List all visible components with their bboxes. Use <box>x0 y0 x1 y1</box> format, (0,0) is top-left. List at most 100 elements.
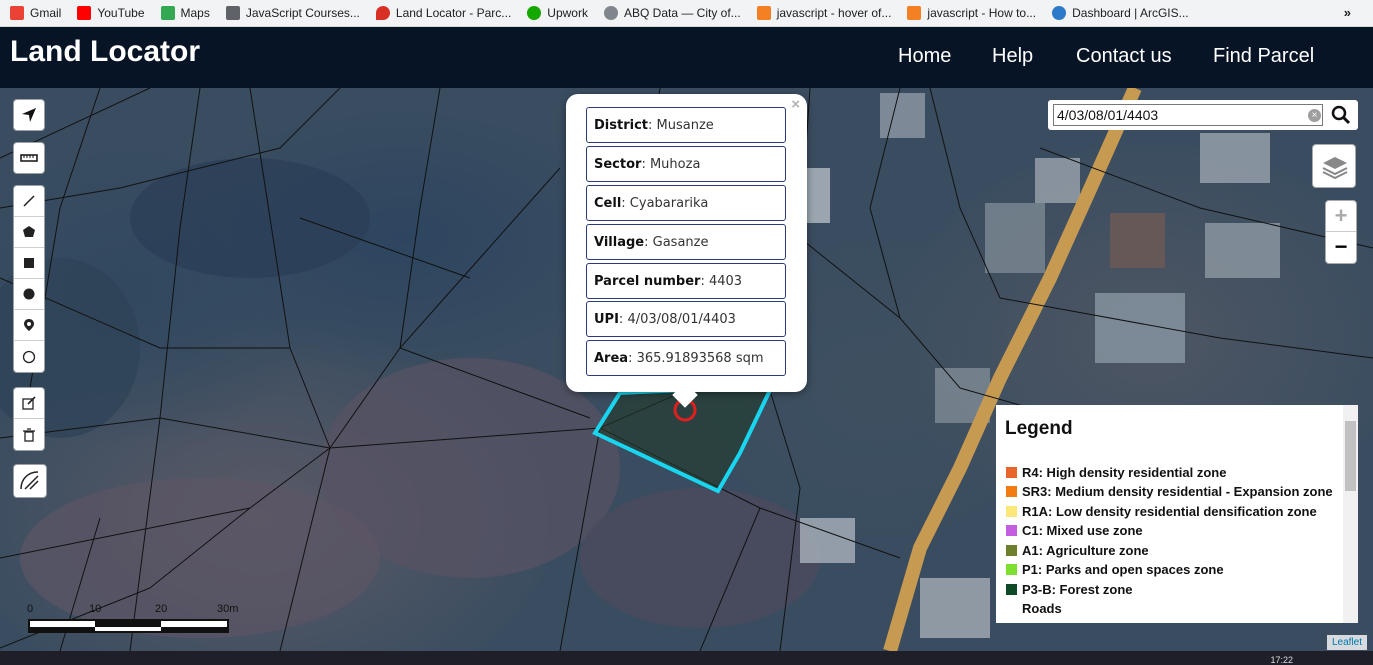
bookmark-js-courses[interactable]: JavaScript Courses... <box>225 6 360 20</box>
pin-icon <box>375 6 390 20</box>
arcgis-icon <box>1052 6 1067 20</box>
bookmark-land-locator[interactable]: Land Locator - Parc... <box>375 6 511 20</box>
popup-field-cell: Cell: Cyabararika <box>586 185 786 221</box>
legend-item: R1A: Low density residential densificati… <box>1006 504 1317 519</box>
field-value: 4/03/08/01/4403 <box>627 312 736 327</box>
trash-icon <box>23 427 35 442</box>
brand-title[interactable]: Land Locator <box>10 35 200 69</box>
nav-home[interactable]: Home <box>898 45 951 68</box>
circle-icon <box>23 288 35 300</box>
bookmark-label: Gmail <box>30 6 62 20</box>
field-value: 4403 <box>708 274 743 289</box>
field-value: Muhoza <box>649 157 701 172</box>
field-label: Parcel number <box>594 274 701 289</box>
legend-swatch <box>1006 486 1017 497</box>
draw-rectangle-button[interactable] <box>14 248 44 279</box>
bookmark-label: javascript - hover of... <box>776 6 892 20</box>
popup-field-upi: UPI: 4/03/08/01/4403 <box>586 301 786 337</box>
draw-polygon-button[interactable] <box>14 217 44 248</box>
rectangle-icon <box>24 258 34 268</box>
scale-bar-track <box>28 619 229 633</box>
bookmark-label: Upwork <box>547 6 588 20</box>
globe-icon <box>603 6 618 20</box>
layers-control-button[interactable] <box>1312 144 1356 188</box>
zoom-out-button[interactable]: − <box>1326 232 1356 263</box>
navbar: Land Locator Home Help Contact us Find P… <box>0 27 1373 88</box>
draw-circle-button[interactable] <box>14 279 44 310</box>
field-value: Gasanze <box>652 235 709 250</box>
legend-label: A1: Agriculture zone <box>1022 543 1149 558</box>
clear-search-icon[interactable]: × <box>1308 109 1321 122</box>
legend-scrollbar-thumb[interactable] <box>1345 421 1356 491</box>
bookmark-maps[interactable]: Maps <box>160 6 210 20</box>
bookmark-arcgis[interactable]: Dashboard | ArcGIS... <box>1052 6 1189 20</box>
field-value: Musanze <box>656 118 714 133</box>
marker-icon <box>24 319 34 331</box>
popup-field-district: District: Musanze <box>586 107 786 143</box>
polygon-icon <box>23 226 35 237</box>
circle-outline-icon <box>22 350 36 363</box>
taskbar-clock: 17:22 <box>1270 655 1293 665</box>
freehand-draw-icon <box>20 471 39 490</box>
popup-close-icon[interactable]: × <box>791 96 800 113</box>
nav-help[interactable]: Help <box>992 45 1033 68</box>
edit-layers-button[interactable] <box>14 388 44 419</box>
search-input[interactable] <box>1053 104 1323 126</box>
polyline-icon <box>23 195 35 207</box>
field-label: Village <box>594 235 645 250</box>
field-value: 365.91893568 sqm <box>636 351 764 366</box>
bookmark-label: Maps <box>180 6 210 20</box>
bookmark-so-hover[interactable]: javascript - hover of... <box>756 6 892 20</box>
bookmark-abq-data[interactable]: ABQ Data — City of... <box>603 6 741 20</box>
legend-swatch <box>1006 603 1017 614</box>
bookmark-youtube[interactable]: YouTube <box>77 6 145 20</box>
field-label: UPI <box>594 312 619 327</box>
page-icon <box>225 6 240 20</box>
draw-toolbar <box>13 185 45 373</box>
draw-polyline-button[interactable] <box>14 186 44 217</box>
nav-contact-us[interactable]: Contact us <box>1076 45 1172 68</box>
field-value: Cyabararika <box>629 196 709 211</box>
legend-swatch <box>1006 506 1017 517</box>
legend-title: Legend <box>1005 418 1073 439</box>
leaflet-attribution-link[interactable]: Leaflet <box>1327 635 1367 650</box>
legend-scrollbar[interactable] <box>1343 405 1358 623</box>
locate-arrow-icon <box>22 108 36 122</box>
legend-swatch <box>1006 545 1017 556</box>
draw-marker-button[interactable] <box>14 310 44 341</box>
bookmark-label: YouTube <box>97 6 145 20</box>
measure-button[interactable] <box>13 142 45 174</box>
bookmark-label: Dashboard | ArcGIS... <box>1072 6 1189 20</box>
scale-label: 10 <box>89 603 102 615</box>
youtube-icon <box>77 6 92 20</box>
stackoverflow-icon <box>756 6 771 20</box>
legend-item: P1: Parks and open spaces zone <box>1006 562 1224 577</box>
scale-label: 20 <box>155 603 168 615</box>
field-label: Sector <box>594 157 642 172</box>
legend-panel[interactable]: Legend R4: High density residential zone… <box>996 405 1358 623</box>
draw-circle-marker-button[interactable] <box>14 341 44 372</box>
taskbar <box>0 651 1373 665</box>
legend-label: SR3: Medium density residential - Expans… <box>1022 484 1333 499</box>
search-icon[interactable] <box>1330 104 1352 126</box>
delete-layers-button[interactable] <box>14 419 44 450</box>
bookmark-upwork[interactable]: Upwork <box>527 6 588 20</box>
legend-label: Roads <box>1022 601 1062 616</box>
parcel-search: × <box>1048 100 1358 130</box>
zoom-control: + − <box>1325 200 1357 264</box>
ruler-icon <box>20 154 38 162</box>
scale-bar: 0 10 20 30m <box>27 603 238 637</box>
legend-label: P3-B: Forest zone <box>1022 582 1133 597</box>
zoom-in-button[interactable]: + <box>1326 201 1356 232</box>
bookmark-label: ABQ Data — City of... <box>623 6 741 20</box>
draw-freehand-button[interactable] <box>13 464 47 498</box>
edit-icon <box>22 396 36 410</box>
legend-item: P3-B: Forest zone <box>1006 582 1133 597</box>
legend-swatch <box>1006 584 1017 595</box>
locate-button[interactable] <box>13 99 45 131</box>
legend-item: A1: Agriculture zone <box>1006 543 1149 558</box>
bookmarks-overflow-button[interactable]: » <box>1344 5 1351 20</box>
bookmark-gmail[interactable]: Gmail <box>10 6 61 20</box>
nav-find-parcel[interactable]: Find Parcel <box>1213 45 1314 68</box>
bookmark-so-howto[interactable]: javascript - How to... <box>907 6 1036 20</box>
